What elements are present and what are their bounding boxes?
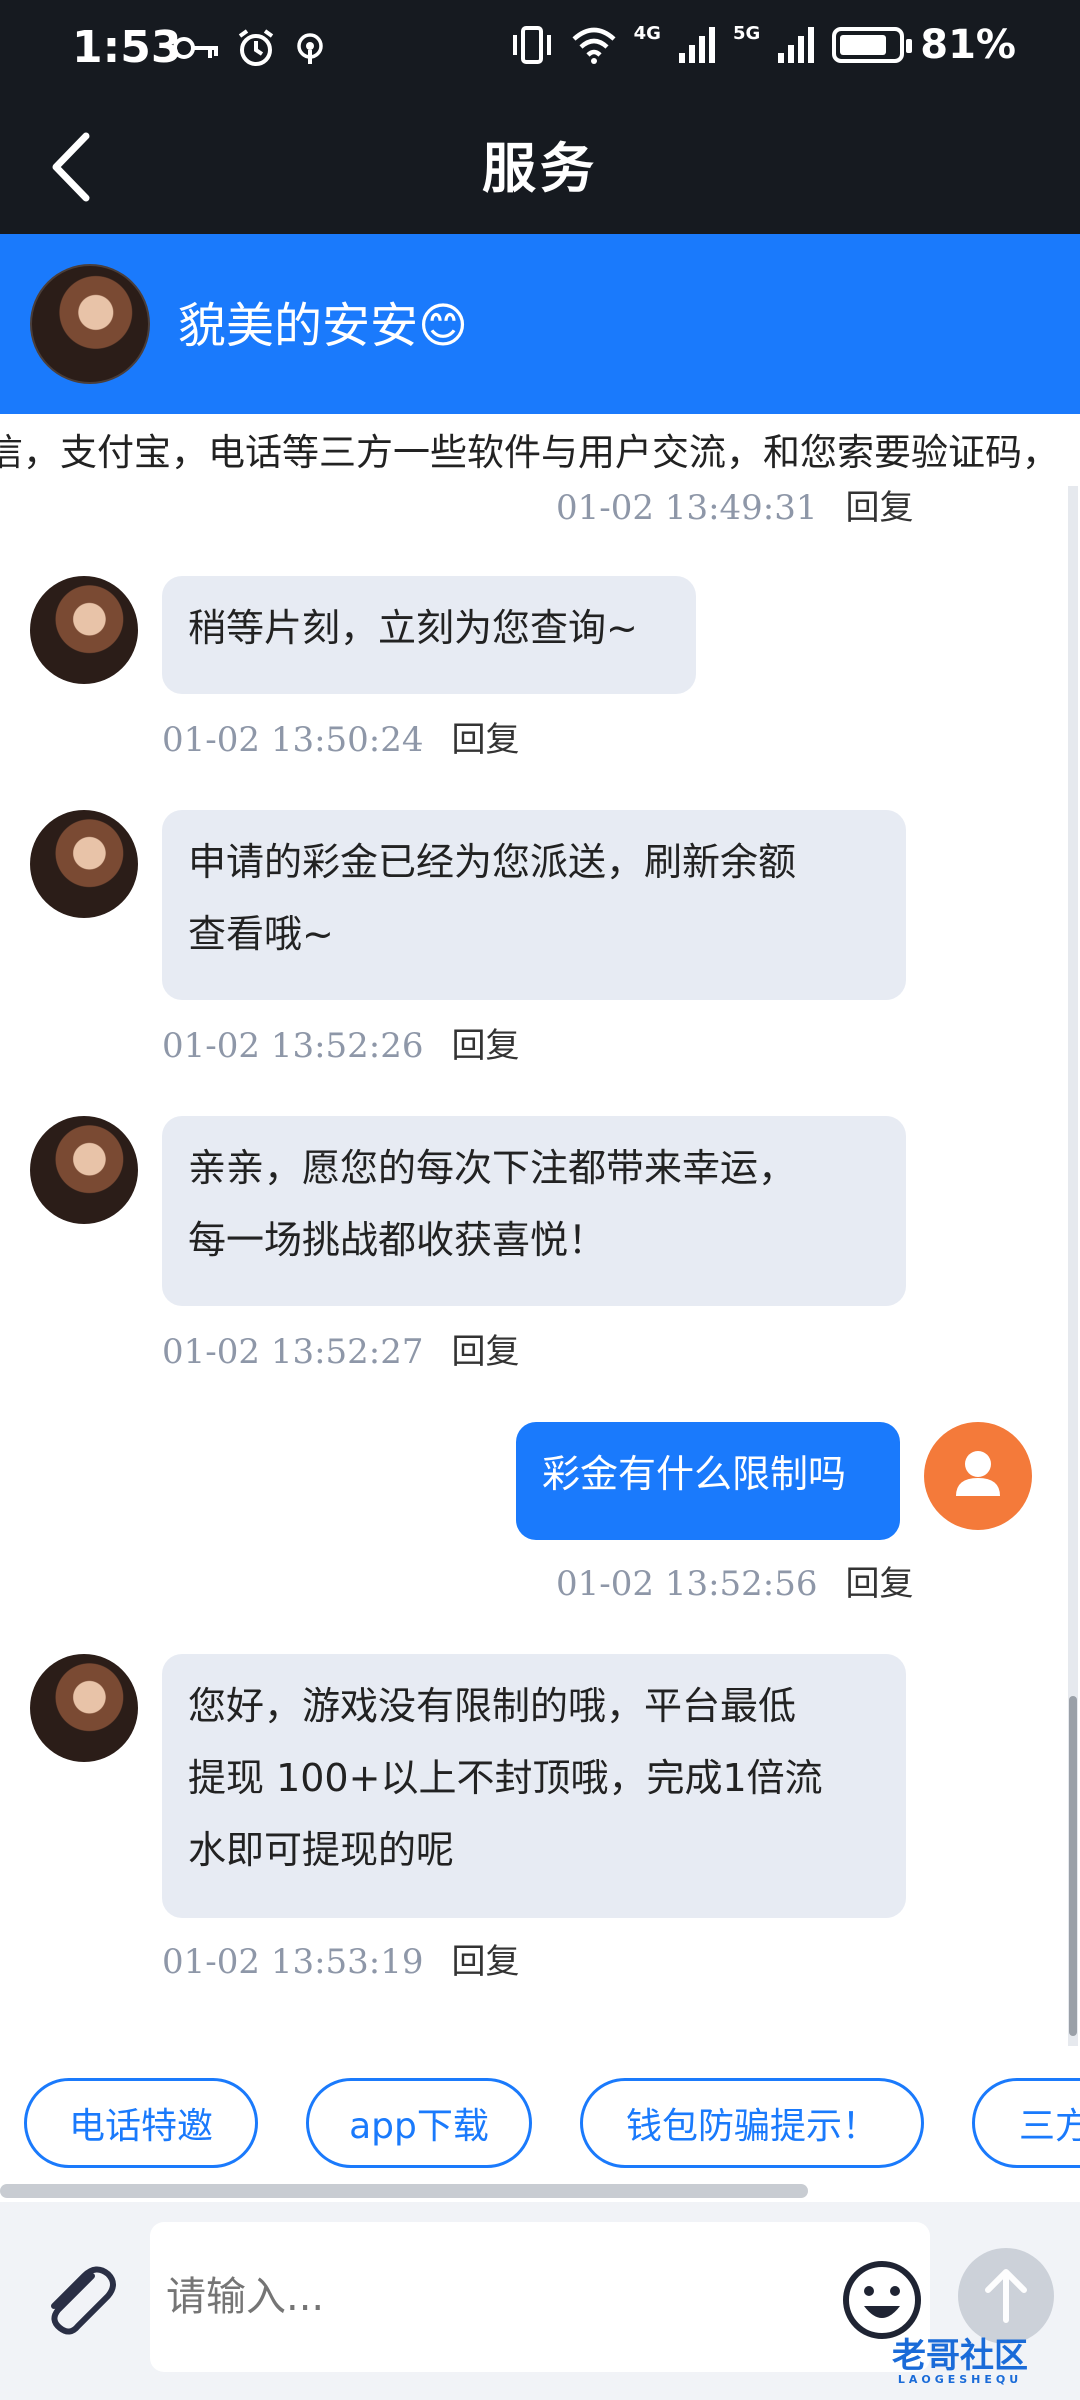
attach-button[interactable] <box>30 2254 126 2350</box>
message-line: 水即可提现的呢 <box>188 1828 455 1872</box>
reply-button[interactable]: 回复 <box>452 1026 520 1066</box>
agent-avatar[interactable] <box>30 264 150 384</box>
quick-reply-third-party[interactable]: 三方 <box>972 2078 1080 2168</box>
quick-reply-phone-invite[interactable]: 电话特邀 <box>24 2078 258 2168</box>
message-time: 01-02 13:52:26 <box>162 1026 424 1066</box>
message-time: 01-02 13:49:31 <box>556 488 818 528</box>
message-text: 彩金有什么限制吗 <box>542 1452 847 1496</box>
battery-icon <box>832 27 913 63</box>
message-meta: 01-02 13:53:19 回复 <box>162 1934 520 1983</box>
message-line: 查看哦~ <box>188 912 334 956</box>
message-line: 您好，游戏没有限制的哦，平台最低 <box>188 1684 797 1728</box>
agent-message-bubble[interactable]: 您好，游戏没有限制的哦，平台最低 提现 100+以上不封顶哦，完成1倍流 水即可… <box>162 1654 906 1918</box>
reply-button[interactable]: 回复 <box>452 720 520 760</box>
chat-scrollbar-thumb[interactable] <box>1069 1696 1077 2036</box>
agent-name: 貌美的安安😊 <box>178 298 469 354</box>
alarm-icon <box>238 29 274 66</box>
message-text: 稍等片刻，立刻为您查询~ <box>188 606 638 650</box>
message-meta: 01-02 13:49:31 回复 <box>556 486 914 529</box>
notice-marquee: 信，支付宝，电话等三方一些软件与用户交流，和您索要验证码， <box>0 414 1080 486</box>
nav-bar: 服务 <box>0 100 1080 234</box>
message-meta: 01-02 13:52:27 回复 <box>162 1324 520 1373</box>
message-input[interactable] <box>150 2222 930 2372</box>
agent-message-bubble[interactable]: 稍等片刻，立刻为您查询~ <box>162 576 696 694</box>
reply-button[interactable]: 回复 <box>846 1564 914 1604</box>
key-icon <box>173 37 218 59</box>
agent-avatar[interactable] <box>30 1654 138 1762</box>
status-bar: 1:53 4G 5G 81% <box>0 0 1080 100</box>
quick-reply-scrollbar[interactable] <box>0 2180 1080 2202</box>
vibrate-icon <box>512 26 551 64</box>
message-meta: 01-02 13:52:56 回复 <box>556 1556 914 1605</box>
message-line: 每一场挑战都收获喜悦！ <box>188 1218 607 1262</box>
quick-reply-scrollbar-thumb[interactable] <box>0 2184 808 2198</box>
battery-percent: 81% <box>920 22 1016 68</box>
signal-4g-icon <box>678 27 715 63</box>
battery-fill <box>840 35 886 55</box>
user-message-bubble[interactable]: 彩金有什么限制吗 <box>516 1422 900 1540</box>
wifi-icon <box>572 27 616 64</box>
reply-button[interactable]: 回复 <box>846 488 914 528</box>
paperclip-icon <box>51 2266 116 2335</box>
quick-reply-app-download[interactable]: app下载 <box>306 2078 532 2168</box>
message-line: 亲亲，愿您的每次下注都带来幸运， <box>188 1146 797 1190</box>
agent-avatar[interactable] <box>30 576 138 684</box>
message-meta: 01-02 13:52:26 回复 <box>162 1018 520 1067</box>
message-line: 申请的彩金已经为您派送，刷新余额 <box>188 840 797 884</box>
agent-avatar[interactable] <box>30 810 138 918</box>
message-time: 01-02 13:53:19 <box>162 1942 424 1982</box>
status-right: 4G 5G 81% <box>510 22 1016 68</box>
reply-button[interactable]: 回复 <box>452 1332 520 1372</box>
agent-header: 貌美的安安😊 <box>0 234 1080 414</box>
chat-scrollbar[interactable] <box>1068 486 1078 2046</box>
reply-button[interactable]: 回复 <box>452 1942 520 1982</box>
message-line: 提现 100+以上不封顶哦，完成1倍流 <box>188 1756 823 1800</box>
watermark-subtext: LAOGESHEQU <box>897 2373 1023 2386</box>
user-icon <box>956 1451 1000 1496</box>
quick-reply-wallet-warning[interactable]: 钱包防骗提示！ <box>580 2078 924 2168</box>
watermark-text: 老哥社区 <box>892 2336 1028 2376</box>
status-left-icons <box>172 28 330 68</box>
message-time: 01-02 13:52:56 <box>556 1564 818 1604</box>
network-4g-label: 4G <box>633 22 661 44</box>
network-5g-label: 5G <box>732 22 761 44</box>
message-time: 01-02 13:50:24 <box>162 720 424 760</box>
agent-message-bubble[interactable]: 亲亲，愿您的每次下注都带来幸运， 每一场挑战都收获喜悦！ <box>162 1116 906 1306</box>
agent-avatar[interactable] <box>30 1116 138 1224</box>
agent-message-bubble[interactable]: 申请的彩金已经为您派送，刷新余额 查看哦~ <box>162 810 906 1000</box>
notice-text: 信，支付宝，电话等三方一些软件与用户交流，和您索要验证码， <box>0 431 1059 474</box>
user-avatar[interactable] <box>924 1422 1032 1530</box>
signal-5g-icon <box>778 27 815 63</box>
status-time: 1:53 <box>72 22 182 73</box>
page-title: 服务 <box>482 137 598 200</box>
message-time: 01-02 13:52:27 <box>162 1332 424 1372</box>
message-meta: 01-02 13:50:24 回复 <box>162 712 520 761</box>
chat-area[interactable]: 01-02 13:49:31 回复 稍等片刻，立刻为您查询~ 01-02 13:5… <box>0 486 1080 2046</box>
hotspot-icon <box>297 33 323 64</box>
quick-reply-bar: 电话特邀 app下载 钱包防骗提示！ 三方 <box>0 2046 1080 2180</box>
watermark-logo: 老哥社区 LAOGESHEQU <box>840 2328 1080 2400</box>
